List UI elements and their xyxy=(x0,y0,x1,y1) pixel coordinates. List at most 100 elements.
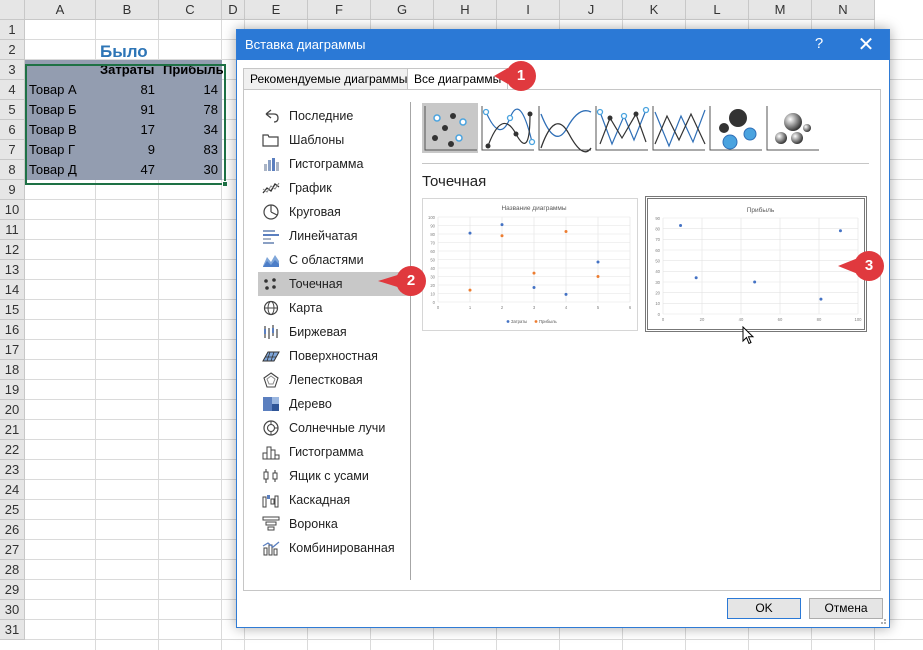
row-header-4[interactable]: 4 xyxy=(0,80,25,100)
column-header-H[interactable]: H xyxy=(434,0,497,20)
treemap-icon xyxy=(263,397,279,411)
row-header-1[interactable]: 1 xyxy=(0,20,25,40)
dialog-title: Вставка диаграммы xyxy=(245,37,366,52)
subtype-scatter[interactable] xyxy=(422,103,478,153)
chart-type-item[interactable]: Последние xyxy=(258,104,410,128)
subtype-bubble[interactable] xyxy=(707,103,763,153)
chart-type-item[interactable]: Шаблоны xyxy=(258,128,410,152)
column-header-E[interactable]: E xyxy=(245,0,308,20)
subtype-scatter-smooth-markers[interactable] xyxy=(479,103,536,153)
chart-preview-2[interactable]: Прибыль 0 10 20 30 40 50 60 70 80 90 0 20 40 60 80 100 xyxy=(645,196,867,332)
row-header-20[interactable]: 20 xyxy=(0,400,25,420)
chart-type-item[interactable]: Дерево xyxy=(258,392,410,416)
chart-type-item[interactable]: Биржевая xyxy=(258,320,410,344)
row-header-18[interactable]: 18 xyxy=(0,360,25,380)
row-header-31[interactable]: 31 xyxy=(0,620,25,640)
chart-type-item[interactable]: Солнечные лучи xyxy=(258,416,410,440)
column-header-J[interactable]: J xyxy=(560,0,623,20)
chart-type-item[interactable]: Карта xyxy=(258,296,410,320)
chart-type-item[interactable]: Ящик с усами xyxy=(258,464,410,488)
column-header-F[interactable]: F xyxy=(308,0,371,20)
chart-type-label: Шаблоны xyxy=(289,133,345,147)
y-tick-label: 50 xyxy=(430,257,435,262)
row-header-15[interactable]: 15 xyxy=(0,300,25,320)
chart-type-item[interactable]: Линейчатая xyxy=(258,224,410,248)
column-header-G[interactable]: G xyxy=(371,0,434,20)
row-header-8[interactable]: 8 xyxy=(0,160,25,180)
subtype-scatter-straight-markers[interactable] xyxy=(593,103,650,153)
chart-type-item[interactable]: Гистограмма xyxy=(258,440,410,464)
gridline-h xyxy=(25,639,923,640)
scatter-icon xyxy=(424,106,477,151)
row-header-14[interactable]: 14 xyxy=(0,280,25,300)
y-tick-label: 70 xyxy=(655,237,660,242)
row-header-27[interactable]: 27 xyxy=(0,540,25,560)
subtype-scatter-straight[interactable] xyxy=(650,103,706,153)
row-header-7[interactable]: 7 xyxy=(0,140,25,160)
tab-recommended-charts[interactable]: Рекомендуемые диаграммы xyxy=(243,68,415,90)
row-header-9[interactable]: 9 xyxy=(0,180,25,200)
dialog-titlebar[interactable]: Вставка диаграммы ? ✕ xyxy=(237,30,889,60)
help-button[interactable]: ? xyxy=(807,35,831,52)
row-header-3[interactable]: 3 xyxy=(0,60,25,80)
column-header-M[interactable]: M xyxy=(749,0,812,20)
row-header-24[interactable]: 24 xyxy=(0,480,25,500)
row-header-30[interactable]: 30 xyxy=(0,600,25,620)
y-tick-label: 80 xyxy=(430,232,435,237)
scatter-smooth-markers-icon xyxy=(481,106,536,151)
chart-type-item[interactable]: Поверхностная xyxy=(258,344,410,368)
sheet-title[interactable]: Было xyxy=(100,42,148,62)
row-header-10[interactable]: 10 xyxy=(0,200,25,220)
row-header-22[interactable]: 22 xyxy=(0,440,25,460)
chart-type-item[interactable]: Лепестковая xyxy=(258,368,410,392)
fill-handle[interactable] xyxy=(222,181,228,187)
row-header-2[interactable]: 2 xyxy=(0,40,25,60)
chart-preview-1[interactable]: Название диаграммы 0 10 20 30 40 50 60 70 80 90 100… xyxy=(422,198,638,331)
row-header-12[interactable]: 12 xyxy=(0,240,25,260)
cancel-button[interactable]: Отмена xyxy=(809,598,883,619)
chart-type-item[interactable]: Комбинированная xyxy=(258,536,410,560)
column-header-N[interactable]: N xyxy=(812,0,875,20)
close-button[interactable]: ✕ xyxy=(851,32,881,57)
chart-type-item[interactable]: Каскадная xyxy=(258,488,410,512)
subtype-bubble-3d[interactable] xyxy=(764,103,820,153)
row-header-11[interactable]: 11 xyxy=(0,220,25,240)
column-header-A[interactable]: A xyxy=(25,0,96,20)
area-chart-icon xyxy=(263,255,279,267)
row-header-28[interactable]: 28 xyxy=(0,560,25,580)
resize-grip-icon[interactable] xyxy=(879,617,887,625)
chart-type-label: Линейчатая xyxy=(289,229,358,243)
x-tick-label: 2 xyxy=(501,305,504,310)
row-header-5[interactable]: 5 xyxy=(0,100,25,120)
subtype-scatter-smooth[interactable] xyxy=(536,103,592,153)
column-header-L[interactable]: L xyxy=(686,0,749,20)
row-header-13[interactable]: 13 xyxy=(0,260,25,280)
bar-chart-icon xyxy=(263,230,279,244)
row-header-6[interactable]: 6 xyxy=(0,120,25,140)
legend-label: Прибыль xyxy=(539,319,558,324)
chart-type-item[interactable]: Круговая xyxy=(258,200,410,224)
select-all-corner[interactable] xyxy=(0,0,25,20)
chart-type-item[interactable]: Гистограмма xyxy=(258,152,410,176)
chart-type-item[interactable]: Воронка xyxy=(258,512,410,536)
chart-type-item[interactable]: График xyxy=(258,176,410,200)
y-tick-label: 10 xyxy=(655,301,660,306)
row-header-17[interactable]: 17 xyxy=(0,340,25,360)
column-header-C[interactable]: C xyxy=(159,0,222,20)
row-header-21[interactable]: 21 xyxy=(0,420,25,440)
row-header-25[interactable]: 25 xyxy=(0,500,25,520)
x-tick-label: 100 xyxy=(855,317,863,322)
column-header-I[interactable]: I xyxy=(497,0,560,20)
histogram-icon xyxy=(262,446,280,460)
ok-button[interactable]: OK xyxy=(727,598,801,619)
row-header-29[interactable]: 29 xyxy=(0,580,25,600)
pie-chart-icon xyxy=(263,204,279,220)
row-header-23[interactable]: 23 xyxy=(0,460,25,480)
row-header-26[interactable]: 26 xyxy=(0,520,25,540)
column-header-B[interactable]: B xyxy=(96,0,159,20)
y-tick-label: 10 xyxy=(430,291,435,296)
row-header-19[interactable]: 19 xyxy=(0,380,25,400)
row-header-16[interactable]: 16 xyxy=(0,320,25,340)
column-header-K[interactable]: K xyxy=(623,0,686,20)
column-header-D[interactable]: D xyxy=(222,0,245,20)
